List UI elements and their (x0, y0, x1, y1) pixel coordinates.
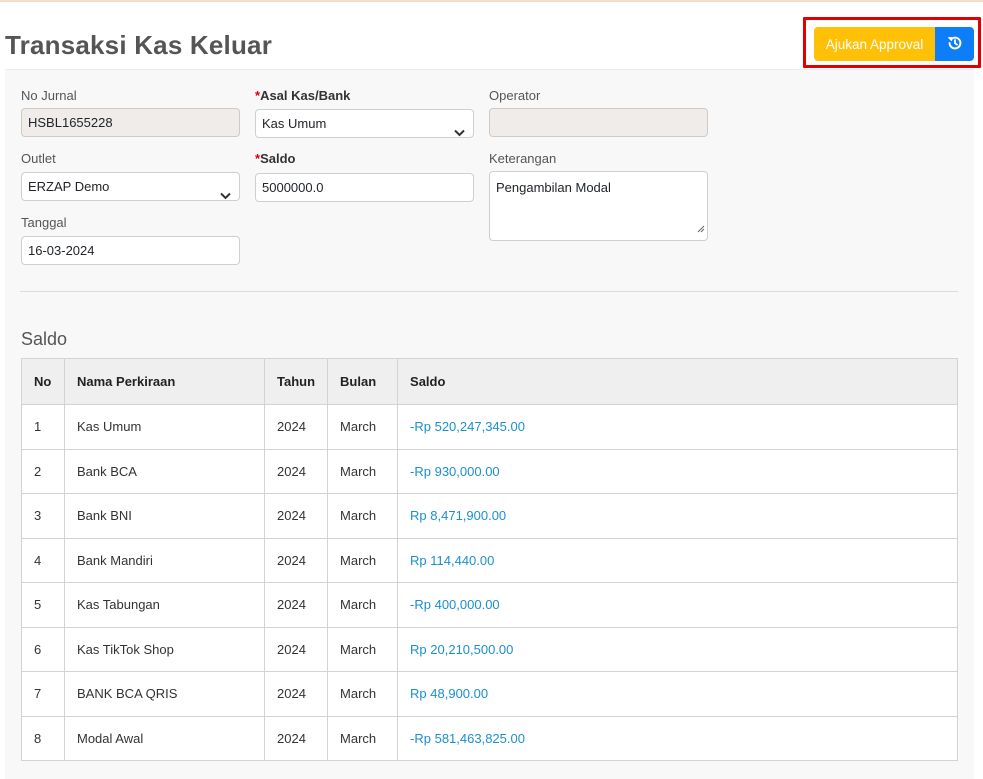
asal-kas-label: *Asal Kas/Bank (255, 88, 351, 103)
cell-saldo: -Rp 930,000.00 (397, 448, 958, 494)
saldo-input[interactable]: 5000000.0 (255, 173, 474, 202)
cell-saldo: Rp 8,471,900.00 (397, 493, 958, 539)
saldo-label: *Saldo (255, 151, 296, 166)
cell-saldo: -Rp 520,247,345.00 (397, 404, 958, 450)
cell-bulan: March (327, 715, 399, 761)
cell-no: 7 (21, 671, 65, 717)
outlet-label: Outlet (21, 151, 56, 166)
cell-saldo: -Rp 400,000.00 (397, 582, 958, 628)
table-row: 5 Kas Tabungan 2024 March -Rp 400,000.00 (21, 582, 958, 628)
cell-nama: Kas TikTok Shop (64, 626, 265, 672)
table-row: 7 BANK BCA QRIS 2024 March Rp 48,900.00 (21, 671, 958, 717)
ajukan-approval-button[interactable]: Ajukan Approval (814, 27, 935, 61)
cell-tahun: 2024 (263, 448, 329, 494)
cell-tahun: 2024 (263, 493, 329, 539)
table-row: 4 Bank Mandiri 2024 March Rp 114,440.00 (21, 537, 958, 583)
table-row: 1 Kas Umum 2024 March -Rp 520,247,345.00 (21, 404, 958, 450)
table-row: 8 Modal Awal 2024 March -Rp 581,463,825.… (21, 715, 958, 761)
chevron-down-icon (454, 119, 465, 137)
cell-no: 8 (21, 715, 65, 761)
cell-tahun: 2024 (263, 626, 329, 672)
table-row: 3 Bank BNI 2024 March Rp 8,471,900.00 (21, 493, 958, 539)
cell-nama: Bank BNI (64, 493, 265, 539)
cell-tahun: 2024 (263, 715, 329, 761)
cell-saldo: Rp 20,210,500.00 (397, 626, 958, 672)
cell-bulan: March (327, 493, 399, 539)
cell-bulan: March (327, 537, 399, 583)
tanggal-input[interactable]: 16-03-2024 (21, 236, 240, 265)
table-row: 6 Kas TikTok Shop 2024 March Rp 20,210,5… (21, 626, 958, 672)
tanggal-label: Tanggal (21, 215, 67, 230)
resize-grip-icon[interactable] (697, 220, 705, 238)
cell-nama: Kas Tabungan (64, 582, 265, 628)
outlet-select[interactable]: ERZAP Demo (21, 172, 240, 201)
table-header-row: No Nama Perkiraan Tahun Bulan Saldo (21, 358, 958, 405)
cell-no: 4 (21, 537, 65, 583)
cell-nama: Kas Umum (64, 404, 265, 450)
cell-bulan: March (327, 404, 399, 450)
top-accent-line (0, 0, 983, 2)
asal-kas-select[interactable]: Kas Umum (255, 109, 474, 138)
cell-no: 3 (21, 493, 65, 539)
keterangan-textarea[interactable]: Pengambilan Modal (489, 171, 708, 241)
cell-tahun: 2024 (263, 537, 329, 583)
column-header-nama-perkiraan: Nama Perkiraan (64, 358, 265, 405)
cell-no: 2 (21, 448, 65, 494)
cell-nama: Modal Awal (64, 715, 265, 761)
column-header-saldo: Saldo (397, 358, 958, 405)
keterangan-label: Keterangan (489, 151, 557, 166)
cell-nama: Bank Mandiri (64, 537, 265, 583)
page-title: Transaksi Kas Keluar (5, 30, 273, 60)
no-jurnal-label: No Jurnal (21, 88, 77, 103)
operator-label: Operator (489, 88, 541, 103)
cell-bulan: March (327, 448, 399, 494)
saldo-section-title: Saldo (21, 329, 68, 349)
cell-bulan: March (327, 626, 399, 672)
cell-bulan: March (327, 671, 399, 717)
cell-tahun: 2024 (263, 582, 329, 628)
cell-saldo: Rp 48,900.00 (397, 671, 958, 717)
cell-no: 5 (21, 582, 65, 628)
cell-no: 6 (21, 626, 65, 672)
table-row: 2 Bank BCA 2024 March -Rp 930,000.00 (21, 448, 958, 494)
operator-field[interactable] (489, 108, 708, 137)
saldo-table: No Nama Perkiraan Tahun Bulan Saldo 1 Ka… (21, 358, 958, 761)
history-icon (947, 35, 963, 54)
cell-nama: BANK BCA QRIS (64, 671, 265, 717)
cell-saldo: Rp 114,440.00 (397, 537, 958, 583)
history-button[interactable] (935, 27, 974, 61)
cell-bulan: March (327, 582, 399, 628)
cell-tahun: 2024 (263, 404, 329, 450)
cell-saldo: -Rp 581,463,825.00 (397, 715, 958, 761)
column-header-tahun: Tahun (263, 358, 329, 405)
column-header-no: No (21, 358, 65, 405)
chevron-down-icon (220, 182, 231, 200)
column-header-bulan: Bulan (327, 358, 399, 405)
cell-no: 1 (21, 404, 65, 450)
no-jurnal-field[interactable]: HSBL1655228 (21, 108, 240, 137)
cell-nama: Bank BCA (64, 448, 265, 494)
cell-tahun: 2024 (263, 671, 329, 717)
divider (20, 291, 958, 292)
